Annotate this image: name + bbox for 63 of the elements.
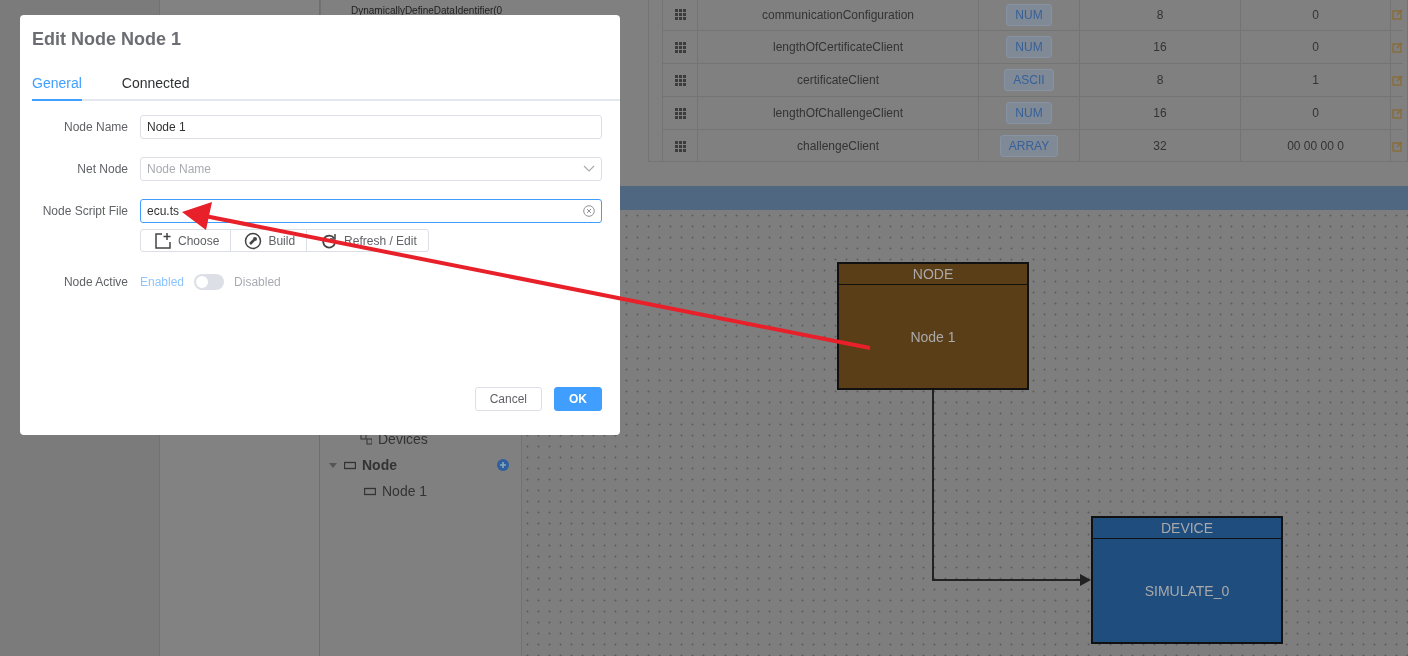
table-cell: lengthOfChallengeClient (772, 106, 904, 120)
type-badge: ARRAY (999, 135, 1059, 157)
edit-icon[interactable] (1392, 107, 1403, 119)
list-item[interactable]: DynamicallyDefineDataIdentifier(0 (351, 5, 503, 16)
diagram-node[interactable]: NODE Node 1 (837, 262, 1029, 390)
tree-item[interactable]: Node 1 (382, 483, 428, 499)
type-badge: NUM (1006, 102, 1052, 124)
input-field[interactable]: ecu.ts (140, 199, 602, 223)
drag-handle-icon[interactable] (674, 140, 686, 152)
input-field[interactable]: Node 1 (140, 115, 602, 139)
tab[interactable]: General (32, 65, 82, 101)
refresh-icon (320, 231, 339, 250)
edit-icon[interactable] (1392, 74, 1403, 86)
drag-handle-icon[interactable] (674, 41, 686, 53)
chevron-down-icon (583, 165, 595, 173)
drag-handle-icon[interactable] (674, 74, 686, 86)
clear-icon[interactable] (583, 205, 595, 217)
field-label: Node Script File (41, 203, 128, 220)
caret-icon[interactable] (328, 460, 338, 470)
drag-handle-icon[interactable] (674, 9, 686, 20)
table-cell: 16 (1153, 40, 1167, 54)
action-button[interactable]: Choose (140, 229, 232, 252)
table-cell: communicationConfiguration (761, 7, 915, 22)
node-header: DEVICE (1160, 520, 1214, 536)
field-label: Net Node (76, 161, 128, 178)
edit-icon[interactable] (1392, 140, 1403, 152)
table-cell: 1 (1312, 73, 1319, 87)
table-cell: 32 (1153, 139, 1167, 153)
node-label: Node 1 (910, 328, 956, 345)
table-cell: 0 (1312, 106, 1319, 120)
field-label: Node Active (62, 274, 128, 291)
table-cell: 0 (1312, 7, 1319, 22)
tab[interactable]: Connected (121, 65, 190, 101)
drag-handle-icon[interactable] (674, 107, 686, 119)
type-badge: ASCII (1004, 69, 1054, 91)
switch-label[interactable]: Disabled (234, 270, 281, 294)
table-cell: 16 (1153, 106, 1167, 120)
edit-icon[interactable] (1392, 9, 1403, 20)
cancel-button[interactable]: Cancel (474, 387, 542, 411)
diagram-node[interactable]: DEVICE SIMULATE_0 (1091, 516, 1283, 644)
table-cell: 0 (1312, 40, 1319, 54)
dialog-title: Edit Node Node 1 (31, 28, 182, 51)
table-cell: certificateClient (797, 73, 879, 87)
field-label: Node Name (62, 119, 128, 136)
node-label: SIMULATE_0 (1144, 582, 1230, 599)
devices-icon (360, 433, 372, 445)
node-header: NODE (912, 266, 954, 282)
select-field[interactable]: Node Name (140, 157, 602, 181)
table-cell: 8 (1156, 7, 1164, 22)
ok-button[interactable]: OK (554, 387, 602, 411)
wrench-icon (244, 231, 263, 250)
type-badge: NUM (1006, 3, 1052, 26)
file-plus-icon (154, 231, 172, 250)
table-cell: 00 00 00 0 (1287, 139, 1344, 153)
toggle-switch[interactable] (194, 274, 225, 290)
add-icon[interactable] (497, 459, 509, 471)
type-badge: NUM (1006, 36, 1052, 58)
table-cell: challengeClient (796, 139, 880, 153)
table-cell: 8 (1156, 73, 1164, 87)
edit-icon[interactable] (1392, 41, 1403, 53)
table-cell: lengthOfCertificateClient (772, 40, 904, 54)
tree-item[interactable]: Node (362, 457, 397, 473)
tree-item[interactable]: Devices (378, 431, 428, 447)
